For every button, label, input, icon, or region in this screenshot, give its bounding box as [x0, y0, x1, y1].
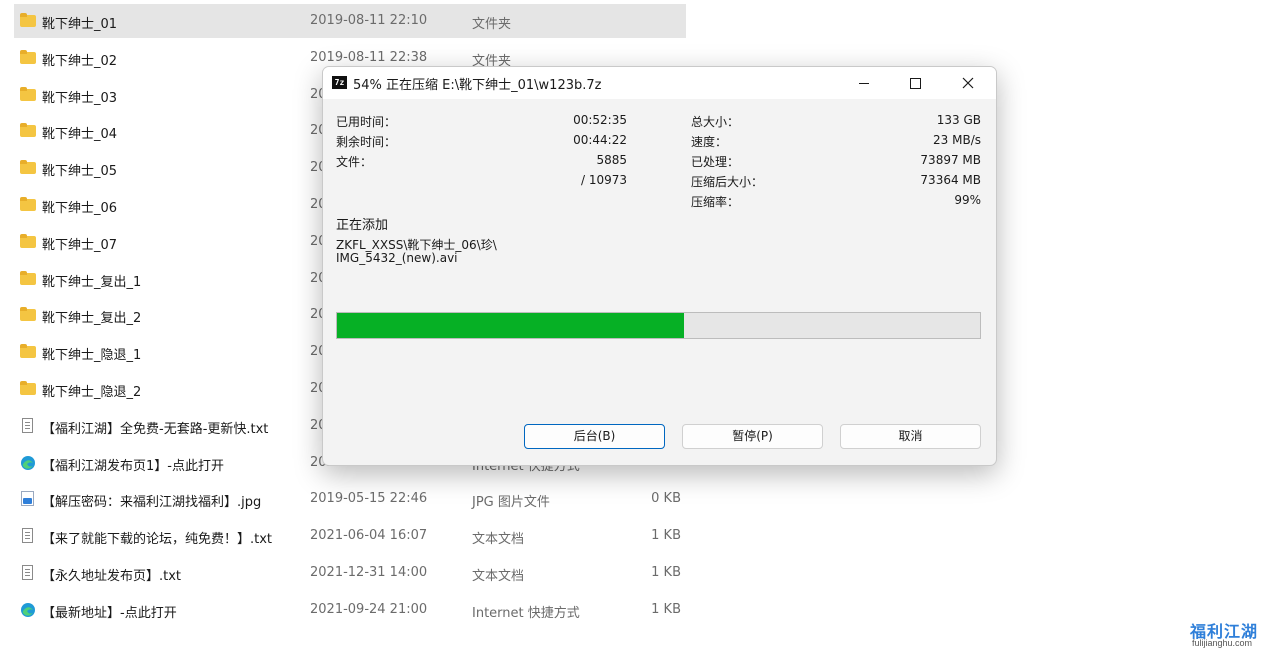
processed-label: 已处理： [691, 155, 740, 169]
edge-shortcut-icon [20, 455, 36, 471]
folder-icon [20, 13, 36, 29]
folder-icon [20, 49, 36, 66]
files-total-value: / 10973 [580, 173, 627, 187]
file-date: 2021-09-24 21:00 [310, 601, 428, 617]
progress-bar [336, 312, 981, 339]
compressed-size-value: 73364 MB [920, 173, 981, 187]
file-name: 靴下绅士_06 [42, 201, 118, 216]
file-date: 2019-05-15 22:46 [310, 491, 428, 507]
image-file-icon [20, 491, 36, 507]
7zip-app-icon: 7z [332, 76, 347, 89]
close-icon [962, 77, 974, 89]
file-name: 靴下绅士_03 [42, 90, 118, 106]
close-button[interactable] [945, 67, 991, 99]
elapsed-time-value: 00:52:35 [573, 113, 627, 127]
remaining-time-value: 00:44:22 [573, 133, 627, 147]
file-type: Internet 快捷方式 [472, 605, 580, 621]
background-button[interactable]: 后台(B) [524, 424, 665, 449]
file-name: 【福利江湖】全免费-无套路-更新快.txt [42, 421, 269, 437]
cancel-button[interactable]: 取消 [840, 424, 981, 449]
file-type: JPG 图片文件 [472, 495, 550, 511]
file-name: 靴下绅士_01 [42, 17, 118, 32]
text-file-icon [20, 565, 36, 581]
file-size: 1 KB [651, 528, 681, 544]
file-name: 靴下绅士_隐退_2 [42, 385, 142, 400]
file-date: 2021-12-31 14:00 [310, 565, 428, 580]
file-name: 靴下绅士_复出_1 [42, 274, 142, 290]
files-value: 5885 [596, 153, 627, 167]
folder-icon [20, 344, 36, 360]
folder-icon [20, 197, 36, 213]
speed-value: 23 MB/s [933, 133, 981, 147]
site-watermark-logo: 福利江湖 fulijianghu.com [1190, 618, 1274, 654]
dialog-titlebar[interactable]: 7z 54% 正在压缩 E:\靴下绅士_01\w123b.7z [323, 67, 996, 99]
file-row[interactable]: 【永久地址发布页】.txt 2021-12-31 14:00 文本文档 1 KB [14, 556, 686, 590]
file-name: 靴下绅士_04 [42, 127, 118, 143]
total-size-value: 133 GB [936, 113, 981, 127]
folder-icon [20, 307, 36, 323]
folder-icon [20, 123, 36, 139]
total-size-label: 总大小： [691, 115, 740, 129]
folder-icon [20, 233, 36, 250]
compression-progress-dialog: 7z 54% 正在压缩 E:\靴下绅士_01\w123b.7z 已用时间： 00… [322, 66, 997, 466]
file-name: 【来了就能下载的论坛，纯免费！】.txt [42, 532, 273, 548]
file-date: 2019-08-11 22:38 [310, 49, 428, 65]
elapsed-time-label: 已用时间： [336, 115, 397, 129]
progress-fill [337, 313, 684, 338]
file-name: 【最新地址】-点此打开 [42, 605, 177, 621]
file-row[interactable]: 【最新地址】-点此打开 2021-09-24 21:00 Internet 快捷方式… [14, 593, 686, 627]
file-name: 【福利江湖发布页1】-点此打开 [42, 458, 224, 474]
speed-label: 速度： [691, 135, 728, 149]
maximize-icon [910, 78, 921, 89]
file-name: 靴下绅士_02 [42, 53, 118, 69]
file-date: 2021-06-04 16:07 [310, 528, 428, 544]
edge-shortcut-icon [20, 602, 36, 618]
file-name: 靴下绅士_隐退_1 [42, 348, 142, 364]
maximize-button[interactable] [892, 67, 938, 99]
folder-icon [20, 381, 36, 397]
compression-ratio-value: 99% [954, 193, 981, 207]
files-label: 文件： [336, 155, 373, 169]
file-type: 文件夹 [472, 17, 512, 32]
file-type: 文本文档 [472, 569, 525, 584]
pause-button[interactable]: 暂停(P) [682, 424, 823, 449]
file-size: 0 KB [651, 491, 681, 507]
folder-icon [20, 160, 36, 176]
file-row[interactable]: 【解压密码：来福利江湖找福利】.jpg 2019-05-15 22:46 JPG 图… [14, 482, 686, 516]
dialog-title: 54% 正在压缩 E:\靴下绅士_01\w123b.7z [353, 78, 602, 93]
file-name: 【永久地址发布页】.txt [42, 569, 182, 584]
text-file-icon [20, 528, 36, 544]
folder-icon [20, 86, 36, 103]
minimize-button[interactable] [840, 67, 886, 99]
file-name: 靴下绅士_复出_2 [42, 311, 142, 327]
file-name: 【解压密码：来福利江湖找福利】.jpg [42, 495, 262, 511]
adding-label: 正在添加 [336, 218, 389, 233]
compressed-size-label: 压缩后大小： [691, 175, 764, 189]
file-row[interactable]: 【来了就能下载的论坛，纯免费！】.txt 2021-06-04 16:07 文本文档… [14, 519, 686, 553]
minimize-icon [859, 83, 869, 84]
folder-icon [20, 270, 36, 287]
remaining-time-label: 剩余时间： [336, 135, 397, 149]
file-row[interactable]: 靴下绅士_01 2019-08-11 22:10 文件夹 [14, 4, 686, 38]
file-name: 靴下绅士_07 [42, 237, 118, 253]
file-date: 2019-08-11 22:10 [310, 13, 428, 28]
text-file-icon [20, 417, 36, 434]
file-size: 1 KB [651, 565, 681, 580]
current-file: IMG_5432_(new).avi [336, 251, 458, 265]
file-size: 1 KB [651, 601, 681, 617]
watermark-url: fulijianghu.com [1192, 638, 1253, 648]
dialog-body: 已用时间： 00:52:35 剩余时间： 00:44:22 文件： 5885 /… [323, 99, 996, 465]
processed-value: 73897 MB [920, 153, 981, 167]
file-name: 靴下绅士_05 [42, 164, 118, 180]
file-type: 文本文档 [472, 532, 525, 548]
compression-ratio-label: 压缩率： [691, 195, 740, 209]
